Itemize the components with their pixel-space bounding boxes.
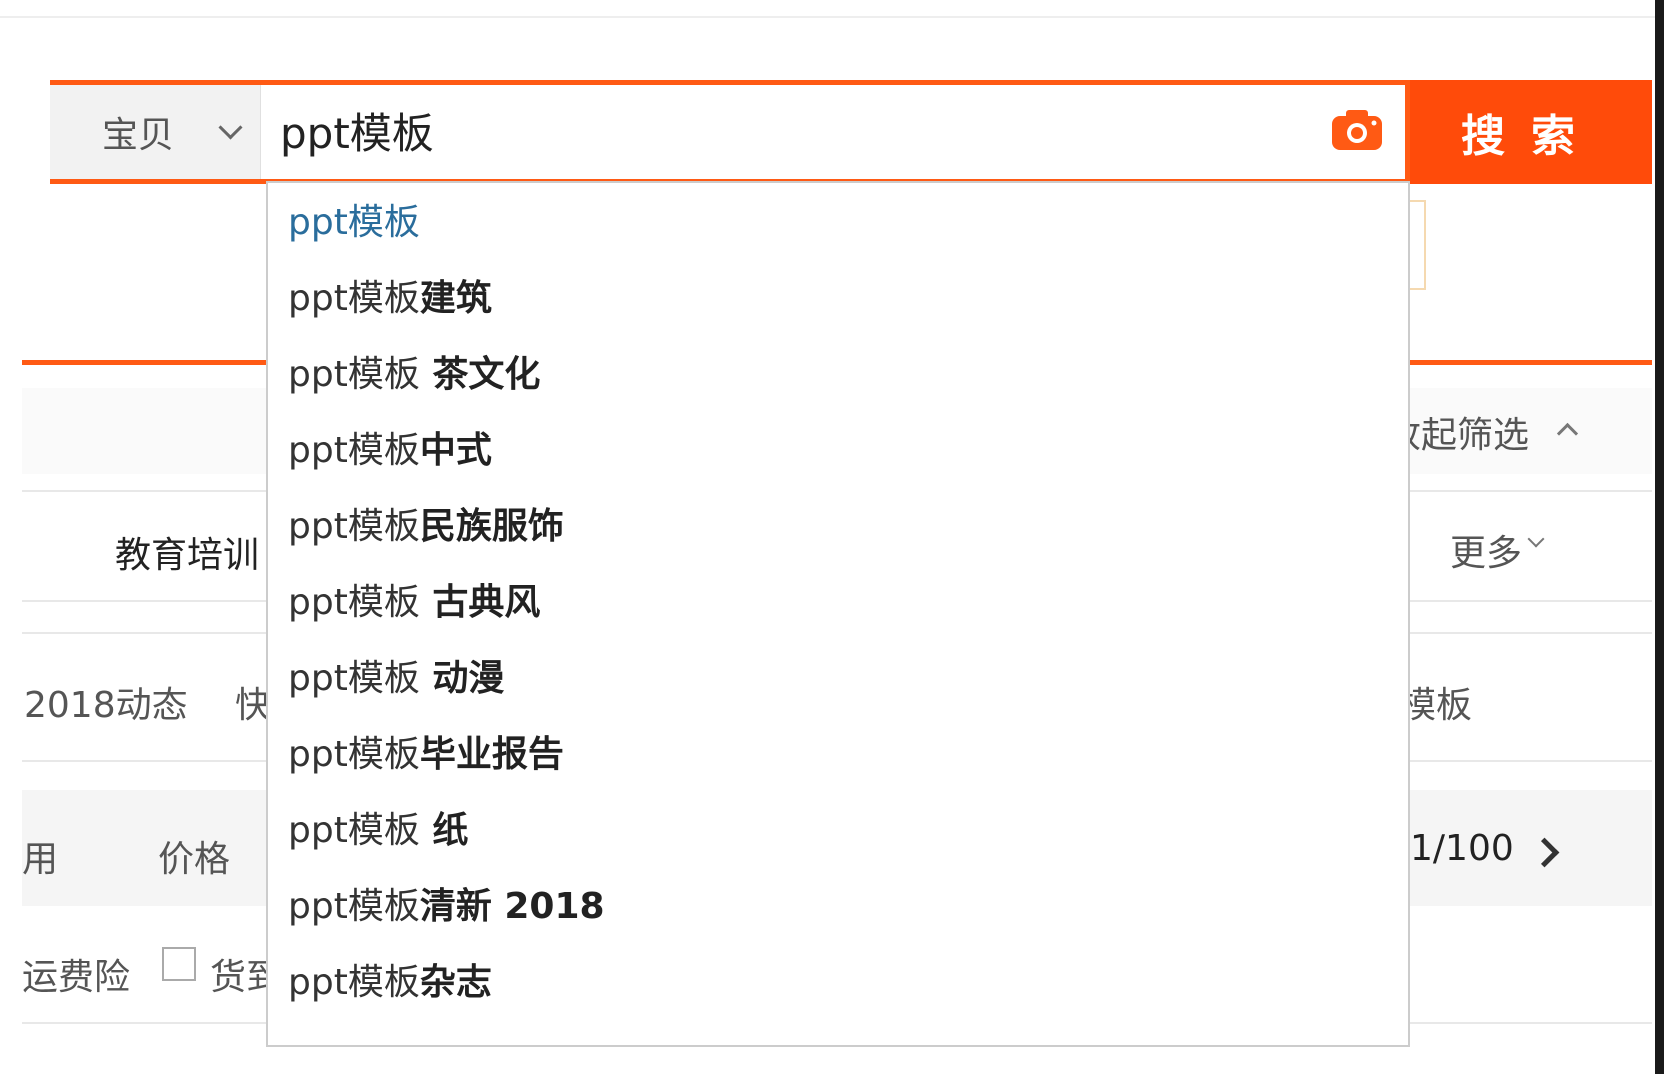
suggestion-base-text: ppt模板 bbox=[288, 202, 420, 243]
sort-option[interactable]: 用 bbox=[22, 830, 58, 882]
suggestion-highlight-text: 古典风 bbox=[419, 582, 541, 623]
suggestion-base-text: ppt模板 bbox=[288, 810, 420, 851]
chevron-down-icon bbox=[218, 115, 243, 140]
suggestion-base-text: ppt模板 bbox=[288, 430, 420, 471]
category-item-edu[interactable]: 教育培训 bbox=[115, 526, 259, 578]
suggestion-item[interactable]: ppt模板 纸 bbox=[288, 803, 468, 859]
suggestion-highlight-text: 中式 bbox=[419, 430, 492, 471]
search-suggestion-dropdown: ppt模板 ppt模板建筑 ppt模板 茶文化 ppt模板中式 ppt模板民族服饰 ppt… bbox=[266, 181, 1410, 1047]
sort-price-button[interactable]: 价格 bbox=[158, 830, 230, 882]
suggestion-item[interactable]: ppt模板 茶文化 bbox=[288, 347, 540, 403]
suggestion-item[interactable]: ppt模板毕业报告 bbox=[288, 727, 564, 783]
suggestion-highlight-text: 民族服饰 bbox=[419, 506, 564, 547]
suggestion-item[interactable]: ppt模板 bbox=[288, 195, 420, 251]
chevron-down-icon bbox=[1527, 530, 1545, 548]
search-hint-edge bbox=[1410, 200, 1426, 290]
suggestion-highlight-text: 清新 2018 bbox=[419, 886, 605, 927]
suggestion-base-text: ppt模板 bbox=[288, 278, 420, 319]
search-input[interactable]: ppt模板 bbox=[280, 110, 434, 158]
more-button[interactable]: 更多 bbox=[1450, 524, 1522, 576]
related-search-item[interactable]: 模板 bbox=[1400, 676, 1472, 728]
suggestion-highlight-text: 纸 bbox=[419, 810, 469, 851]
suggestion-base-text: ppt模板 bbox=[288, 354, 420, 395]
suggestion-base-text: ppt模板 bbox=[288, 506, 420, 547]
page-indicator: 1/100 bbox=[1410, 828, 1514, 869]
suggestion-highlight-text: 杂志 bbox=[419, 962, 492, 1003]
search-category-select[interactable]: 宝贝 bbox=[50, 85, 261, 179]
suggestion-item[interactable]: ppt模板 动漫 bbox=[288, 651, 504, 707]
shipping-insurance-filter[interactable]: 运费险 bbox=[22, 948, 130, 1000]
suggestion-highlight-text: 毕业报告 bbox=[419, 734, 564, 775]
suggestion-base-text: ppt模板 bbox=[288, 658, 420, 699]
related-search-item[interactable]: 2018动态 bbox=[24, 676, 188, 728]
suggestion-highlight-text: 建筑 bbox=[419, 278, 492, 319]
suggestion-base-text: ppt模板 bbox=[288, 582, 420, 623]
suggestion-base-text: ppt模板 bbox=[288, 886, 420, 927]
suggestion-base-text: ppt模板 bbox=[288, 962, 420, 1003]
suggestion-highlight-text: 茶文化 bbox=[419, 354, 541, 395]
search-category-label: 宝贝 bbox=[102, 115, 175, 156]
search-button[interactable]: 搜索 bbox=[1410, 80, 1652, 184]
camera-icon[interactable] bbox=[1330, 108, 1384, 152]
suggestion-item[interactable]: ppt模板 古典风 bbox=[288, 575, 540, 631]
screen-edge bbox=[1655, 0, 1664, 1074]
top-divider bbox=[0, 16, 1655, 18]
suggestion-item[interactable]: ppt模板中式 bbox=[288, 423, 492, 479]
suggestion-highlight-text: 动漫 bbox=[419, 658, 505, 699]
suggestion-item[interactable]: ppt模板民族服饰 bbox=[288, 499, 564, 555]
suggestion-item[interactable]: ppt模板杂志 bbox=[288, 955, 492, 1011]
suggestion-base-text: ppt模板 bbox=[288, 734, 420, 775]
suggestion-item[interactable]: ppt模板清新 2018 bbox=[288, 879, 605, 935]
cod-checkbox[interactable] bbox=[162, 947, 196, 981]
suggestion-item[interactable]: ppt模板建筑 bbox=[288, 271, 492, 327]
